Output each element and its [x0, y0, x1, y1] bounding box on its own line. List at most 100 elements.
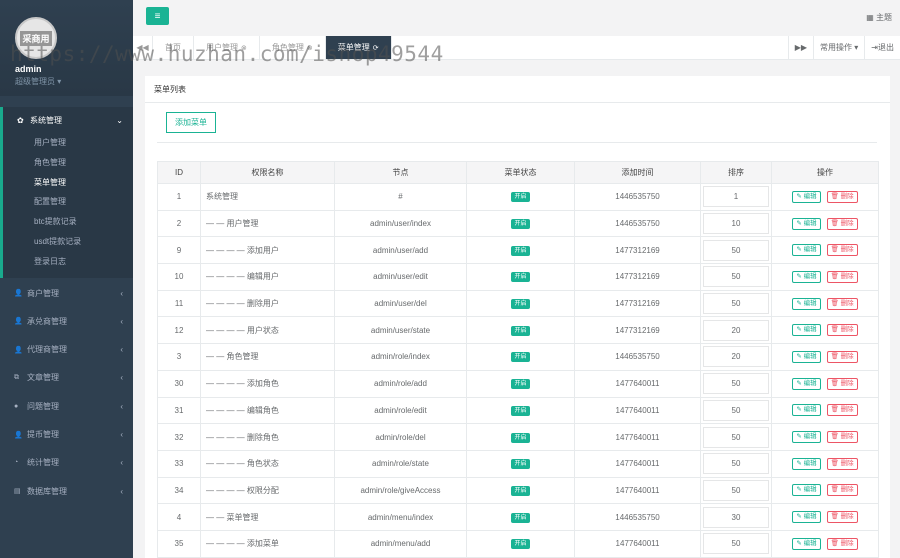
cell-time: 1477640011 [574, 396, 701, 425]
close-icon[interactable]: ⊗ [307, 44, 313, 52]
cell-status: 开启 [466, 529, 575, 558]
status-badge[interactable]: 开启 [511, 299, 530, 310]
logout-button[interactable]: ⇥ 退出 [864, 36, 900, 59]
status-badge[interactable]: 开启 [511, 272, 530, 283]
sort-input[interactable]: 1 [703, 186, 769, 208]
refresh-icon[interactable]: ⟳ [373, 44, 379, 52]
cell-time: 1477640011 [574, 529, 701, 558]
sort-input[interactable]: 50 [703, 453, 769, 475]
edit-button[interactable]: ✎ 编辑 [792, 511, 821, 524]
table-row: 2— — 用户管理 admin/user/index 开启 1446535750 10 ✎… [157, 209, 879, 238]
sidebar-subitem[interactable]: 角色管理 [3, 153, 133, 173]
common-ops-dropdown[interactable]: 常用操作 ▾ [813, 36, 864, 59]
status-badge[interactable]: 开启 [511, 459, 530, 470]
delete-button[interactable]: 🗑 删除 [826, 511, 858, 524]
cell-node: # [334, 183, 467, 211]
tab-scroll-left-button[interactable]: ◀◀ [133, 36, 153, 59]
edit-button[interactable]: ✎ 编辑 [792, 537, 821, 550]
edit-button[interactable]: ✎ 编辑 [792, 404, 821, 417]
delete-button[interactable]: 🗑 删除 [826, 244, 858, 257]
tab-item[interactable]: 角色管理 ⊗ [260, 36, 326, 59]
delete-button[interactable]: 🗑 删除 [826, 297, 858, 310]
status-badge[interactable]: 开启 [511, 485, 530, 496]
status-badge[interactable]: 开启 [511, 352, 530, 363]
status-badge[interactable]: 开启 [511, 432, 530, 443]
sort-input[interactable]: 50 [703, 399, 769, 421]
sidebar-item[interactable]: 👤 商户管理 ‹ [0, 279, 133, 307]
table-header-row: ID 权限名称 节点 菜单状态 添加时间 排序 操作 [157, 161, 879, 184]
delete-button[interactable]: 🗑 删除 [826, 190, 858, 203]
close-icon[interactable]: ⊗ [241, 44, 247, 52]
sidebar-item[interactable]: 👤 承兑商管理 ‹ [0, 307, 133, 335]
cell-name: — — — — 添加角色 [200, 369, 335, 398]
delete-button[interactable]: 🗑 删除 [826, 377, 858, 390]
sort-input[interactable]: 30 [703, 506, 769, 528]
tab-item[interactable]: 菜单管理 ⟳ [325, 36, 392, 59]
edit-button[interactable]: ✎ 编辑 [792, 377, 821, 390]
sort-input[interactable]: 50 [703, 373, 769, 395]
edit-button[interactable]: ✎ 编辑 [792, 217, 821, 230]
sidebar-subitem[interactable]: usdt提款记录 [3, 232, 133, 252]
edit-button[interactable]: ✎ 编辑 [792, 244, 821, 257]
status-badge[interactable]: 开启 [511, 379, 530, 390]
sidebar-subitem[interactable]: 用户管理 [3, 133, 133, 153]
delete-button[interactable]: 🗑 删除 [826, 431, 858, 444]
delete-button[interactable]: 🗑 删除 [826, 404, 858, 417]
profile-role-dropdown[interactable]: 超级管理员 ▾ [15, 76, 61, 87]
status-badge[interactable]: 开启 [511, 192, 530, 203]
sidebar-item[interactable]: 👤 提币管理 ‹ [0, 421, 133, 449]
menu-toggle-button[interactable]: ≡ [146, 7, 169, 25]
status-badge[interactable]: 开启 [511, 245, 530, 256]
sort-input[interactable]: 50 [703, 293, 769, 315]
edit-button[interactable]: ✎ 编辑 [792, 350, 821, 363]
sidebar-item-system[interactable]: ✿ 系统管理 ⌄ [3, 107, 133, 133]
sort-input[interactable]: 20 [703, 346, 769, 368]
sidebar-item[interactable]: ⧉ 文章管理 ‹ [0, 364, 133, 392]
avatar[interactable]: 采商用 [15, 17, 57, 59]
sort-input[interactable]: 50 [703, 533, 769, 555]
edit-button[interactable]: ✎ 编辑 [792, 457, 821, 470]
cell-name: — — — — 角色状态 [200, 449, 335, 478]
edit-button[interactable]: ✎ 编辑 [792, 324, 821, 337]
add-menu-button[interactable]: 添加菜单 [166, 112, 216, 133]
sidebar-subitem[interactable]: 登录日志 [3, 252, 133, 272]
edit-button[interactable]: ✎ 编辑 [792, 297, 821, 310]
sort-input[interactable]: 50 [703, 426, 769, 448]
sort-input[interactable]: 50 [703, 266, 769, 288]
sidebar-subitem[interactable]: btc提款记录 [3, 212, 133, 232]
sidebar-item[interactable]: ● 问题管理 ‹ [0, 392, 133, 420]
sort-input[interactable]: 10 [703, 213, 769, 235]
sort-input[interactable]: 50 [703, 479, 769, 501]
sidebar-item[interactable]: 👤 代理商管理 ‹ [0, 336, 133, 364]
tab-item[interactable]: 用户管理 ⊗ [194, 36, 260, 59]
status-badge[interactable]: 开启 [511, 219, 530, 230]
edit-button[interactable]: ✎ 编辑 [792, 431, 821, 444]
sidebar-subitem[interactable]: 配置管理 [3, 192, 133, 212]
delete-button[interactable]: 🗑 删除 [826, 324, 858, 337]
delete-button[interactable]: 🗑 删除 [826, 217, 858, 230]
caret-down-icon: ▾ [854, 43, 859, 52]
delete-button[interactable]: 🗑 删除 [826, 457, 858, 470]
sidebar-subitem[interactable]: 菜单管理 [3, 173, 133, 193]
edit-button[interactable]: ✎ 编辑 [792, 484, 821, 497]
delete-button[interactable]: 🗑 删除 [826, 484, 858, 497]
theme-button[interactable]: ▦ 主题 [866, 12, 892, 23]
delete-button[interactable]: 🗑 删除 [826, 350, 858, 363]
cell-time: 1446535750 [574, 209, 701, 238]
status-badge[interactable]: 开启 [511, 405, 530, 416]
status-badge[interactable]: 开启 [511, 539, 530, 550]
sort-input[interactable]: 50 [703, 239, 769, 261]
edit-button[interactable]: ✎ 编辑 [792, 190, 821, 203]
delete-button[interactable]: 🗑 删除 [826, 537, 858, 550]
sort-input[interactable]: 20 [703, 319, 769, 341]
sidebar-section-system: ✿ 系统管理 ⌄ 用户管理 角色管理 菜单管理 配置管理 btc提款记录 usdt提款记录… [0, 107, 133, 278]
divider [157, 142, 877, 143]
sidebar-item[interactable]: ▤ 数据库管理 ‹ [0, 477, 133, 505]
delete-button[interactable]: 🗑 删除 [826, 270, 858, 283]
tab-item[interactable]: 首页 [153, 36, 194, 59]
sidebar-item[interactable]: ◔ 统计管理 ‹ [0, 449, 133, 477]
status-badge[interactable]: 开启 [511, 325, 530, 336]
edit-button[interactable]: ✎ 编辑 [792, 270, 821, 283]
status-badge[interactable]: 开启 [511, 512, 530, 523]
tab-scroll-right-button[interactable]: ▶▶ [787, 36, 813, 59]
